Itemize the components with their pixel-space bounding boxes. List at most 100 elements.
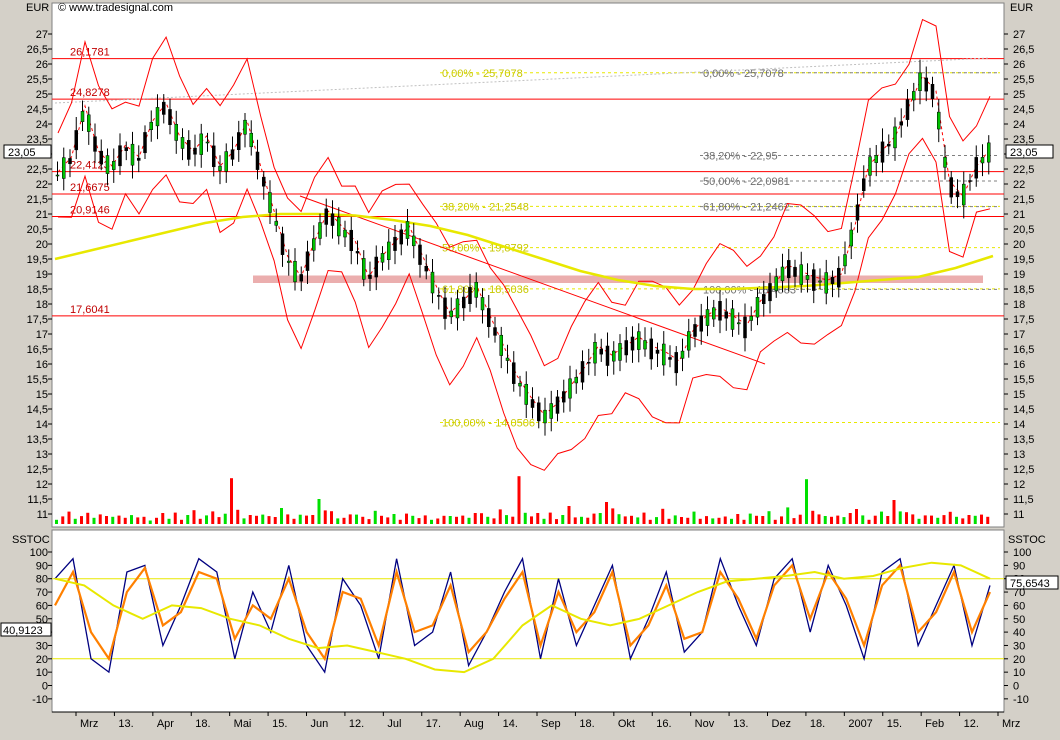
candle-body — [905, 99, 910, 120]
volume-bar — [786, 507, 790, 524]
volume-bar — [967, 515, 971, 524]
candle-body — [830, 276, 835, 284]
candle-body — [274, 221, 278, 226]
resistance-label: 24,8278 — [70, 87, 110, 99]
volume-bar — [436, 518, 440, 524]
volume-bar — [405, 513, 408, 524]
candle-body — [474, 282, 478, 298]
volume-bar — [961, 518, 965, 524]
candle-body — [262, 176, 266, 187]
candle-body — [249, 132, 253, 148]
volume-bar — [505, 515, 508, 524]
candle-body — [280, 233, 285, 255]
price-tick-label-left: 21 — [36, 209, 48, 221]
volume-bar — [798, 514, 802, 524]
candle-body — [924, 77, 928, 92]
candle-body — [693, 324, 697, 337]
volume-bar — [217, 517, 221, 524]
candle-body — [155, 107, 160, 127]
candle-body — [193, 147, 197, 155]
volume-bar — [711, 518, 715, 524]
stoch-tick-label-left: -10 — [32, 694, 48, 706]
volume-bar — [630, 515, 633, 524]
volume-bar — [898, 511, 902, 524]
volume-bar — [655, 517, 658, 524]
candle-body — [337, 216, 341, 237]
volume-bar — [986, 516, 990, 524]
time-tick-label: Apr — [157, 718, 174, 730]
candle-body — [530, 399, 535, 408]
last-price-right: 23,05 — [1010, 147, 1038, 159]
price-tick-label: 21 — [1013, 209, 1025, 221]
candle-body — [255, 151, 260, 170]
candle-body — [730, 308, 735, 330]
volume-bar — [473, 513, 477, 524]
price-tick-label-left: 20 — [36, 239, 48, 251]
candle-body — [930, 83, 935, 99]
candle-body — [787, 260, 791, 279]
candle-body — [843, 254, 847, 267]
time-tick-label: 12. — [964, 718, 979, 730]
candle-body — [680, 350, 685, 359]
volume-bar — [98, 514, 102, 524]
candle-body — [430, 271, 435, 294]
price-tick-label-left: 24,5 — [27, 104, 48, 116]
candle-body — [793, 266, 797, 277]
volume-bar — [592, 513, 596, 524]
volume-bar — [780, 516, 783, 524]
volume-bar — [855, 509, 858, 524]
candle-body — [299, 274, 303, 282]
candle-body — [562, 391, 566, 403]
volume-bar — [923, 515, 927, 524]
time-tick-label: Aug — [464, 718, 484, 730]
volume-bar — [448, 516, 452, 524]
volume-bar — [667, 518, 671, 524]
volume-bar — [186, 515, 190, 524]
candle-body — [918, 72, 922, 92]
volume-bar — [205, 515, 208, 524]
volume-bar — [461, 515, 465, 524]
volume-bar — [261, 514, 265, 524]
candle-body — [699, 315, 703, 332]
volume-bar — [117, 515, 121, 524]
candle-body — [812, 269, 816, 291]
candle-body — [374, 256, 378, 278]
volume-bar — [105, 516, 108, 524]
price-tick-label: 25 — [1013, 89, 1025, 101]
price-tick-label: 16,5 — [1013, 344, 1034, 356]
candle-body — [393, 236, 397, 251]
time-tick-label: Sep — [541, 718, 561, 730]
price-tick-label-left: 15 — [36, 389, 48, 401]
volume-bar — [692, 511, 696, 524]
volume-bar — [342, 517, 346, 524]
price-tick-label-left: 17 — [36, 329, 48, 341]
fib-label: 50,00% - 19,8792 — [442, 243, 529, 255]
volume-bar — [917, 518, 921, 524]
fib-label: 61,80% - 18,5036 — [442, 284, 529, 296]
volume-bar — [305, 515, 308, 524]
volume-bar — [498, 509, 502, 524]
time-tick-label: Dez — [772, 718, 792, 730]
candle-body — [755, 297, 760, 318]
volume-bar — [717, 517, 721, 524]
price-tick-label-left: 25,5 — [27, 74, 48, 86]
stoch-tick-label-left: 100 — [30, 547, 48, 559]
volume-bar — [161, 513, 165, 524]
volume-bar — [173, 512, 177, 524]
price-tick-label-left: 11 — [37, 509, 48, 521]
volume-bar — [867, 519, 871, 524]
stoch-tick-label: 10 — [1013, 667, 1025, 679]
volume-bar — [267, 516, 271, 524]
candle-body — [874, 155, 878, 163]
resistance-label: 17,6041 — [70, 304, 110, 316]
volume-bar — [211, 511, 215, 524]
volume-bar — [848, 513, 852, 524]
volume-bar — [911, 514, 915, 524]
candle-body — [362, 258, 366, 280]
volume-bar — [73, 518, 77, 524]
candle-body — [118, 145, 122, 167]
chart-canvas: 26,178124,827822,412321,667520,914617,60… — [0, 0, 1060, 735]
price-tick-label: 14 — [1013, 419, 1025, 431]
volume-bar — [636, 517, 640, 524]
price-tick-label: 26 — [1013, 59, 1025, 71]
